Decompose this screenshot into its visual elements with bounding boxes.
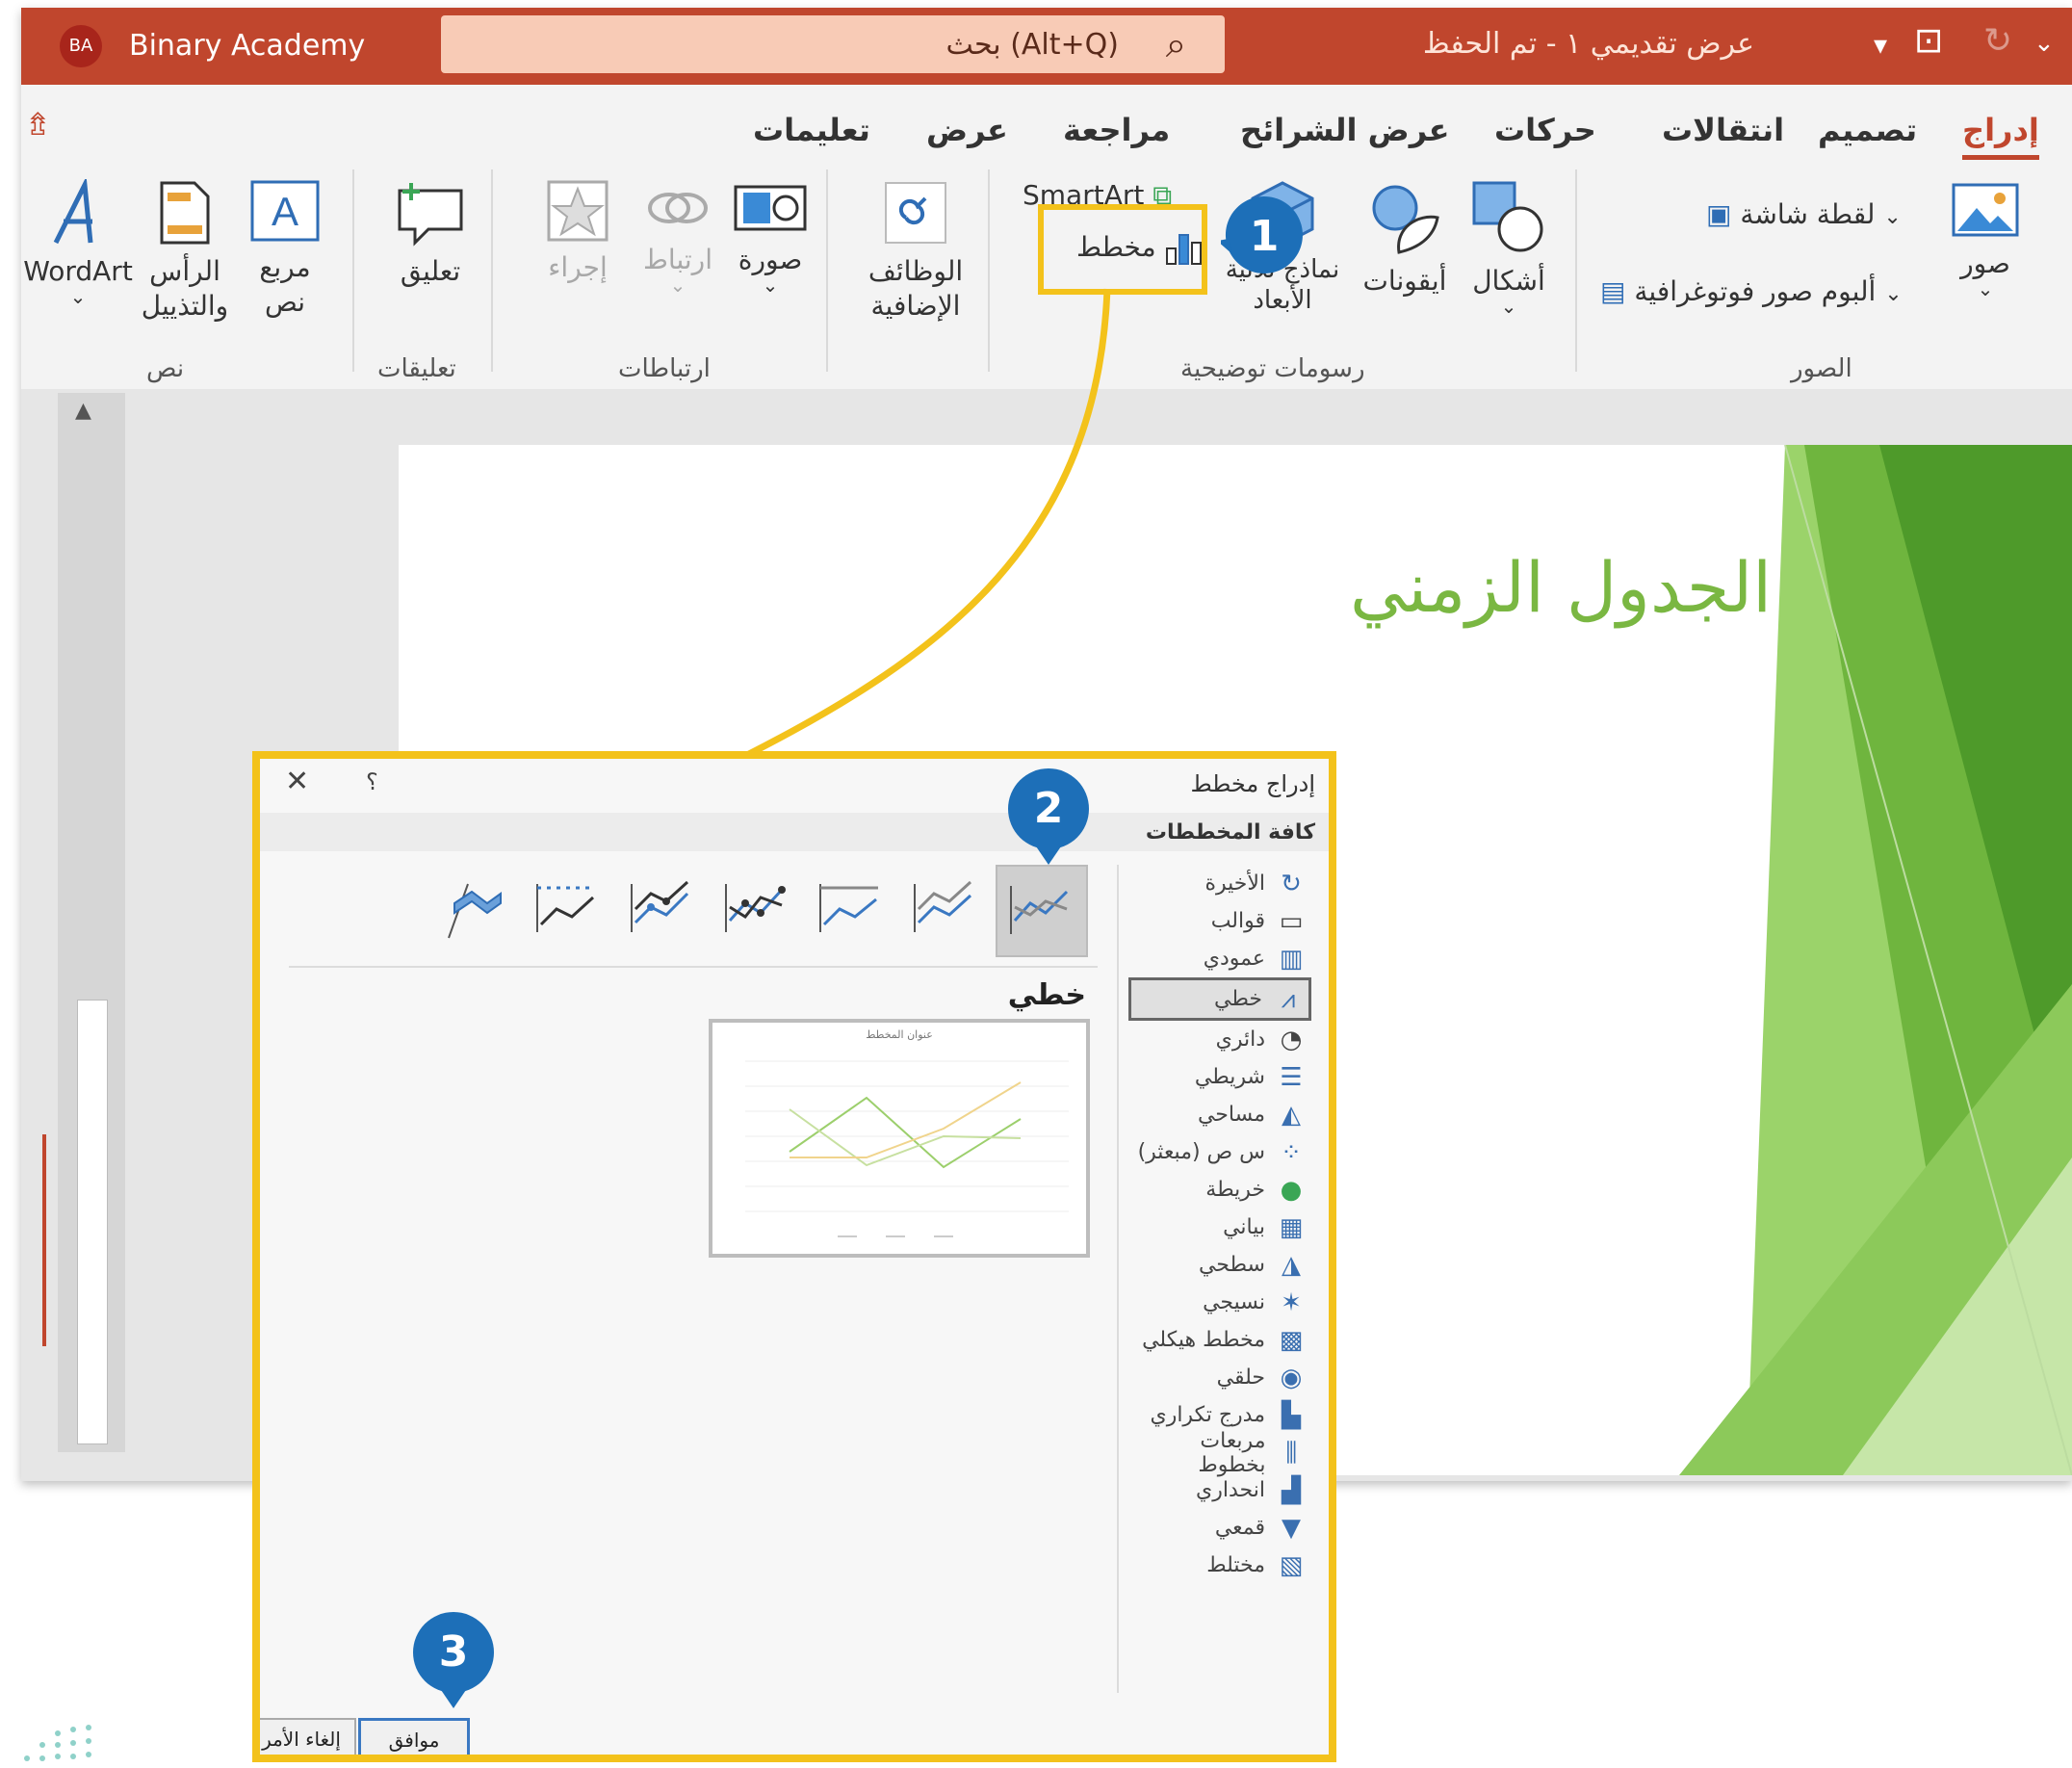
pie-chart-icon: ◔ [1280, 1025, 1303, 1054]
chart-preview[interactable]: عنوان المخطط [709, 1019, 1090, 1258]
column-chart-icon: ▥ [1279, 944, 1304, 974]
templates-icon: ▭ [1279, 906, 1304, 936]
stock-chart-icon: ▦ [1279, 1212, 1304, 1242]
line-markers-icon [725, 884, 786, 932]
category-scatter[interactable]: ⁘ س ص (مبعثر) [1128, 1133, 1311, 1171]
category-label: سطحي [1198, 1253, 1265, 1277]
category-radar[interactable]: ✶ نسيجي [1128, 1284, 1311, 1321]
category-label: نسيجي [1203, 1290, 1265, 1314]
all-charts-tab-label: كافة المخططات [1145, 820, 1315, 845]
category-label: انحداري [1196, 1478, 1265, 1502]
stacked-line-icon [914, 880, 972, 932]
category-bar[interactable]: ☰ شريطي [1128, 1058, 1311, 1096]
category-label: خطي [1214, 987, 1262, 1011]
percent-stacked-line-markers-icon [536, 884, 595, 932]
bar-chart-icon: ☰ [1280, 1062, 1303, 1092]
histogram-chart-icon: ▙ [1282, 1400, 1301, 1430]
category-surface[interactable]: ◮ سطحي [1128, 1246, 1311, 1284]
treemap-chart-icon: ▩ [1279, 1325, 1304, 1355]
gallery-divider [289, 966, 1098, 968]
category-label: دائري [1215, 1027, 1265, 1052]
category-label: قمعي [1214, 1516, 1265, 1540]
funnel-chart-icon: ▼ [1282, 1513, 1301, 1543]
category-templates[interactable]: ▭ قوالب [1128, 902, 1311, 940]
category-label: قوالب [1210, 909, 1265, 933]
subtype-line[interactable] [996, 865, 1088, 957]
ok-button[interactable]: موافق [358, 1718, 470, 1755]
cancel-button[interactable]: إلغاء الأمر [260, 1718, 356, 1755]
category-waterfall[interactable]: ▟ انحداري [1128, 1471, 1311, 1509]
chart-category-list: ↻ الأخيرة ▭ قوالب ▥ عمودي ⩘ خطي ◔ دائري ☰ شريط… [1128, 865, 1311, 1584]
category-label: مربعات بخطوط [1198, 1428, 1266, 1477]
callout-badge-1: 1 [1217, 193, 1308, 293]
callout-number: 1 [1249, 212, 1280, 261]
category-label: بياني [1223, 1215, 1265, 1239]
category-column[interactable]: ▥ عمودي [1128, 940, 1311, 977]
dialog-divider [1117, 865, 1119, 1693]
category-label: مخطط هيكلي [1142, 1328, 1265, 1352]
decorative-dots [24, 1725, 91, 1761]
preview-line-chart [745, 1060, 1069, 1237]
callout-number: 2 [1033, 784, 1064, 833]
callout-number: 3 [438, 1627, 469, 1677]
percent-stacked-line-icon [819, 884, 878, 932]
scatter-chart-icon: ⁘ [1281, 1137, 1302, 1167]
recent-icon: ↻ [1281, 869, 1302, 898]
surface-chart-icon: ◮ [1282, 1250, 1301, 1280]
stacked-line-markers-icon [631, 880, 689, 932]
category-label: شريطي [1194, 1065, 1265, 1089]
category-stock[interactable]: ▦ بياني [1128, 1209, 1311, 1246]
line-subtype-icon [1010, 886, 1069, 934]
subtype-stacked-line[interactable] [901, 865, 990, 953]
combo-chart-icon: ▧ [1279, 1550, 1304, 1580]
category-funnel[interactable]: ▼ قمعي [1128, 1509, 1311, 1547]
map-chart-icon: ● [1280, 1175, 1303, 1205]
help-icon[interactable]: ؟ [366, 768, 378, 795]
subtype-stacked-line-markers[interactable] [618, 865, 707, 953]
subtype-100-stacked-line[interactable] [807, 865, 895, 953]
category-treemap[interactable]: ▩ مخطط هيكلي [1128, 1321, 1311, 1359]
subtype-line-markers[interactable] [712, 865, 801, 953]
all-charts-tab[interactable]: كافة المخططات [260, 813, 1329, 851]
close-icon[interactable]: ✕ [285, 765, 309, 798]
box-whisker-icon: ⫼ [1285, 1438, 1298, 1468]
callout-badge-2: 2 [1005, 767, 1092, 867]
category-label: حلقي [1216, 1365, 1265, 1390]
category-line[interactable]: ⩘ خطي [1128, 977, 1311, 1021]
sunburst-chart-icon: ◉ [1280, 1363, 1303, 1392]
category-area[interactable]: ◭ مساحي [1128, 1096, 1311, 1133]
category-box-whisker[interactable]: ⫼ مربعات بخطوط [1128, 1429, 1311, 1477]
category-recent[interactable]: ↻ الأخيرة [1128, 865, 1311, 902]
category-label: س ص (مبعثر) [1137, 1140, 1265, 1164]
category-map[interactable]: ● خريطة [1128, 1171, 1311, 1209]
selected-chart-type: خطي [1007, 978, 1086, 1012]
category-label: مدرج تكراري [1150, 1403, 1265, 1427]
category-label: عمودي [1203, 947, 1265, 971]
radar-chart-icon: ✶ [1281, 1287, 1302, 1317]
category-pie[interactable]: ◔ دائري [1128, 1021, 1311, 1058]
waterfall-chart-icon: ▟ [1282, 1475, 1301, 1505]
subtype-100-stacked-line-markers[interactable] [524, 865, 612, 953]
3d-line-icon [448, 883, 502, 939]
category-label: مساحي [1197, 1103, 1265, 1127]
area-chart-icon: ◭ [1282, 1100, 1301, 1130]
category-label: مختلط [1206, 1553, 1265, 1577]
line-chart-icon: ⩘ [1281, 984, 1296, 1014]
category-label: الأخيرة [1204, 871, 1265, 896]
category-sunburst[interactable]: ◉ حلقي [1128, 1359, 1311, 1396]
dialog-title: إدراج مخطط [1190, 770, 1315, 797]
category-combo[interactable]: ▧ مختلط [1128, 1547, 1311, 1584]
category-label: خريطة [1205, 1178, 1265, 1202]
subtype-3d-line[interactable] [429, 865, 518, 953]
callout-badge-3: 3 [410, 1610, 497, 1710]
